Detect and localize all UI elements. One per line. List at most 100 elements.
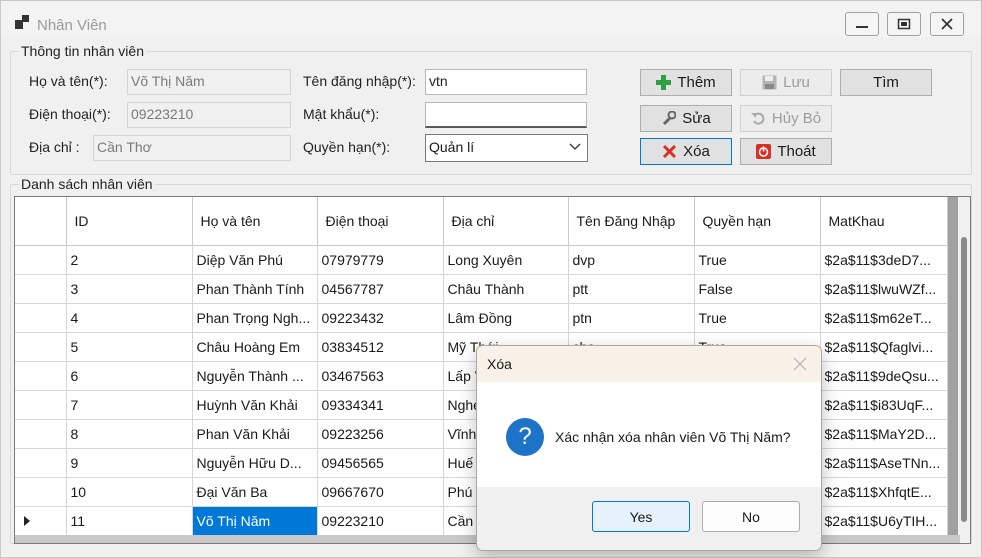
- delete-button[interactable]: Xóa: [640, 138, 732, 165]
- table-row[interactable]: 3 Phan Thành Tính 04567787 Châu Thành ptt Fal…: [15, 274, 948, 304]
- role-select-value: Quản lí: [429, 139, 475, 155]
- table-cell[interactable]: 8: [66, 419, 193, 449]
- exit-button[interactable]: Thoát: [740, 138, 832, 165]
- vertical-scrollbar[interactable]: [958, 197, 970, 543]
- add-button[interactable]: Thêm: [640, 69, 732, 96]
- table-cell[interactable]: 09456565: [317, 448, 444, 478]
- table-cell[interactable]: Châu Hoàng Em: [192, 332, 318, 362]
- row-header[interactable]: [15, 477, 67, 507]
- table-cell[interactable]: 09334341: [317, 390, 444, 420]
- table-cell[interactable]: Đại Văn Ba: [192, 477, 318, 507]
- table-cell[interactable]: True: [694, 245, 821, 275]
- table-row[interactable]: 4 Phan Trọng Ngh... 09223432 Lâm Đồng ptn Tru…: [15, 303, 948, 333]
- table-cell[interactable]: $2a$11$MaY2D...: [820, 419, 948, 449]
- table-cell[interactable]: 09667670: [317, 477, 444, 507]
- edit-button[interactable]: Sửa: [640, 105, 732, 132]
- phone-label: Điện thoại(*):: [29, 106, 111, 122]
- phone-field[interactable]: 09223210: [127, 102, 291, 128]
- table-cell[interactable]: Phan Văn Khải: [192, 419, 318, 449]
- table-cell[interactable]: 2: [66, 245, 193, 275]
- minimize-button[interactable]: [845, 12, 879, 36]
- column-header[interactable]: ID: [66, 197, 193, 246]
- table-cell[interactable]: $2a$11$9deQsu...: [820, 361, 948, 391]
- table-cell[interactable]: Võ Thị Năm: [192, 506, 318, 536]
- row-header[interactable]: [15, 303, 67, 333]
- save-icon: [762, 75, 777, 90]
- password-field[interactable]: [425, 102, 587, 128]
- table-cell[interactable]: 11: [66, 506, 193, 536]
- row-header[interactable]: [15, 332, 67, 362]
- row-header[interactable]: [15, 448, 67, 478]
- column-header[interactable]: Quyền hạn: [694, 197, 821, 246]
- table-cell[interactable]: 4: [66, 303, 193, 333]
- table-cell[interactable]: $2a$11$Qfaglvi...: [820, 332, 948, 362]
- table-cell[interactable]: Phan Trọng Ngh...: [192, 303, 318, 333]
- table-cell[interactable]: 3: [66, 274, 193, 304]
- role-select[interactable]: Quản lí: [425, 134, 588, 162]
- row-header[interactable]: [15, 390, 67, 420]
- dialog-close-icon[interactable]: [793, 357, 807, 371]
- table-cell[interactable]: Nguyễn Hữu D...: [192, 448, 318, 478]
- username-field[interactable]: vtn: [425, 69, 587, 95]
- table-cell[interactable]: Nguyễn Thành ...: [192, 361, 318, 391]
- dialog-title-bar: Xóa: [477, 346, 821, 382]
- table-cell[interactable]: 04567787: [317, 274, 444, 304]
- row-header[interactable]: [15, 419, 67, 449]
- address-field[interactable]: Cần Thơ: [93, 135, 291, 161]
- table-cell[interactable]: ptt: [568, 274, 695, 304]
- table-cell[interactable]: $2a$11$U6yTIH...: [820, 506, 948, 536]
- table-cell[interactable]: 09223256: [317, 419, 444, 449]
- table-cell[interactable]: 09223210: [317, 506, 444, 536]
- column-header[interactable]: Địa chỉ: [443, 197, 569, 246]
- table-cell[interactable]: False: [694, 274, 821, 304]
- table-cell[interactable]: Phan Thành Tính: [192, 274, 318, 304]
- table-cell[interactable]: $2a$11$AseTNn...: [820, 448, 948, 478]
- table-cell[interactable]: Châu Thành: [443, 274, 569, 304]
- plus-icon: [656, 75, 672, 90]
- dialog-body: ? Xác nhận xóa nhân viên Võ Thị Năm?: [477, 382, 821, 489]
- table-cell[interactable]: $2a$11$lwuWZf...: [820, 274, 948, 304]
- column-header[interactable]: Tên Đăng Nhập: [568, 197, 695, 246]
- table-cell[interactable]: 9: [66, 448, 193, 478]
- table-cell[interactable]: 10: [66, 477, 193, 507]
- column-header[interactable]: Điện thoại: [317, 197, 444, 246]
- table-cell[interactable]: Lâm Đồng: [443, 303, 569, 333]
- save-button[interactable]: Lưu: [740, 69, 832, 96]
- table-cell[interactable]: 07979779: [317, 245, 444, 275]
- row-header[interactable]: [15, 506, 67, 536]
- row-header[interactable]: [15, 245, 67, 275]
- table-cell[interactable]: True: [694, 303, 821, 333]
- row-header-corner[interactable]: [15, 197, 67, 246]
- table-cell[interactable]: ptn: [568, 303, 695, 333]
- table-cell[interactable]: Long Xuyên: [443, 245, 569, 275]
- table-cell[interactable]: 03467563: [317, 361, 444, 391]
- column-header[interactable]: Họ và tên: [192, 197, 318, 246]
- row-header[interactable]: [15, 274, 67, 304]
- table-cell[interactable]: $2a$11$m62eT...: [820, 303, 948, 333]
- table-cell[interactable]: 7: [66, 390, 193, 420]
- table-cell[interactable]: 03834512: [317, 332, 444, 362]
- table-cell[interactable]: $2a$11$i83UqF...: [820, 390, 948, 420]
- info-group-label: Thông tin nhân viên: [19, 43, 146, 59]
- cancel-button-label: Hủy Bỏ: [771, 110, 822, 127]
- name-field[interactable]: Võ Thị Năm: [127, 69, 291, 95]
- table-cell[interactable]: dvp: [568, 245, 695, 275]
- close-window-button[interactable]: [930, 12, 964, 36]
- table-cell[interactable]: 09223432: [317, 303, 444, 333]
- table-cell[interactable]: 5: [66, 332, 193, 362]
- search-button[interactable]: Tìm: [840, 69, 932, 96]
- table-cell[interactable]: 6: [66, 361, 193, 391]
- table-cell[interactable]: $2a$11$3deD7...: [820, 245, 948, 275]
- yes-button[interactable]: Yes: [592, 501, 690, 532]
- scrollbar-thumb[interactable]: [961, 237, 967, 522]
- dialog-title: Xóa: [487, 356, 512, 372]
- column-header[interactable]: MatKhau: [820, 197, 948, 246]
- cancel-button[interactable]: Hủy Bỏ: [740, 105, 832, 132]
- no-button[interactable]: No: [702, 501, 800, 532]
- maximize-button[interactable]: [887, 12, 921, 36]
- table-cell[interactable]: Diệp Văn Phú: [192, 245, 318, 275]
- row-header[interactable]: [15, 361, 67, 391]
- table-cell[interactable]: Huỳnh Văn Khải: [192, 390, 318, 420]
- table-row[interactable]: 2 Diệp Văn Phú 07979779 Long Xuyên dvp True $2…: [15, 245, 948, 275]
- table-cell[interactable]: $2a$11$XhfqtE...: [820, 477, 948, 507]
